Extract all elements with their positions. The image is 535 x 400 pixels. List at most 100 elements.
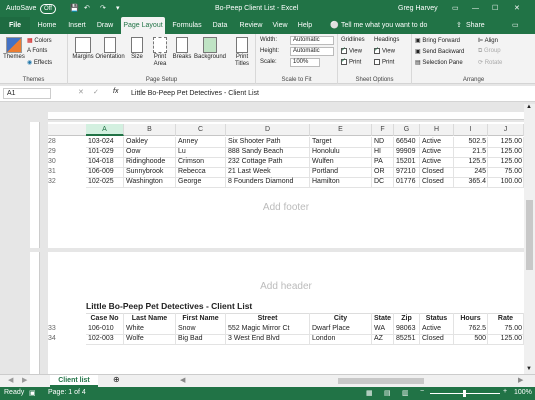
close-icon[interactable]: ✕ bbox=[514, 0, 520, 17]
vertical-scrollbar[interactable]: ▲ ▼ bbox=[524, 104, 535, 374]
formula-input[interactable]: Little Bo-Peep Pet Detectives - Client L… bbox=[131, 88, 259, 99]
column-header-f[interactable]: F bbox=[372, 124, 394, 136]
print-titles-button[interactable]: Print Titles bbox=[230, 37, 254, 68]
tab-formulas[interactable]: Formulas bbox=[169, 17, 205, 34]
minimize-icon[interactable]: — bbox=[472, 0, 479, 17]
cell[interactable]: DC bbox=[374, 177, 392, 187]
horizontal-scroll-thumb[interactable] bbox=[338, 378, 424, 384]
headings-view-checkbox[interactable]: View bbox=[374, 46, 395, 55]
headings-print-checkbox[interactable]: Print bbox=[374, 59, 394, 66]
hscroll-left-icon[interactable]: ◀ bbox=[180, 376, 185, 384]
row-number[interactable]: 32 bbox=[48, 177, 58, 187]
row-number[interactable]: 31 bbox=[48, 167, 58, 177]
row-number[interactable]: 29 bbox=[48, 147, 58, 157]
cell[interactable]: Oakley bbox=[126, 137, 174, 147]
tab-draw[interactable]: Draw bbox=[93, 17, 117, 34]
cell[interactable]: 101-029 bbox=[88, 147, 122, 157]
maximize-icon[interactable]: ☐ bbox=[492, 0, 498, 17]
size-button[interactable]: Size bbox=[128, 37, 146, 61]
column-header-c[interactable]: C bbox=[176, 124, 226, 136]
comments-icon[interactable]: ▭ bbox=[512, 17, 519, 34]
fonts-button[interactable]: A Fonts bbox=[27, 48, 47, 54]
cell[interactable]: 3 West End Blvd bbox=[228, 334, 308, 344]
cell[interactable]: Closed bbox=[422, 177, 452, 187]
cell[interactable]: WA bbox=[374, 324, 392, 334]
column-header-a[interactable]: A bbox=[86, 124, 124, 136]
cell[interactable]: Closed bbox=[422, 334, 452, 344]
cell[interactable]: 98063 bbox=[396, 324, 418, 334]
ribbon-options-icon[interactable]: ▭ bbox=[452, 0, 459, 17]
column-header-g[interactable]: G bbox=[394, 124, 420, 136]
rotate-button[interactable]: ⟳ Rotate bbox=[478, 59, 502, 66]
cell[interactable]: 502.5 bbox=[456, 137, 486, 147]
cell[interactable]: Washington bbox=[126, 177, 174, 187]
cell[interactable]: HI bbox=[374, 147, 392, 157]
cell[interactable]: Target bbox=[312, 137, 370, 147]
cell[interactable]: Wolfe bbox=[126, 334, 174, 344]
cell[interactable]: Active bbox=[422, 157, 452, 167]
cell[interactable]: 8 Founders Diamond bbox=[228, 177, 308, 187]
orientation-button[interactable]: Orientation bbox=[94, 37, 126, 61]
cell[interactable]: PA bbox=[374, 157, 392, 167]
share-button[interactable]: Share bbox=[466, 17, 485, 34]
cell[interactable]: 125.00 bbox=[490, 334, 522, 344]
name-box[interactable]: A1 bbox=[3, 88, 51, 99]
row-number[interactable]: 30 bbox=[48, 157, 58, 167]
cell[interactable]: 125.00 bbox=[490, 157, 522, 167]
cell[interactable]: 102-003 bbox=[88, 334, 122, 344]
customize-icon[interactable]: ▾ bbox=[116, 0, 120, 17]
cell[interactable]: Active bbox=[422, 147, 452, 157]
autosave-toggle[interactable]: Off bbox=[40, 4, 56, 14]
cell[interactable]: 15201 bbox=[396, 157, 418, 167]
cell[interactable]: 125.5 bbox=[456, 157, 486, 167]
zoom-in-icon[interactable]: + bbox=[503, 388, 507, 395]
tab-insert[interactable]: Insert bbox=[63, 17, 91, 34]
cell[interactable]: Active bbox=[422, 324, 452, 334]
cell[interactable]: Rebecca bbox=[178, 167, 224, 177]
add-footer[interactable]: Add footer bbox=[48, 202, 524, 213]
cell[interactable]: Hamilton bbox=[312, 177, 370, 187]
cell[interactable]: Lu bbox=[178, 147, 224, 157]
add-header[interactable]: Add header bbox=[48, 281, 524, 292]
row-number[interactable]: 33 bbox=[48, 324, 58, 334]
cell[interactable]: Sunnybrook bbox=[126, 167, 174, 177]
breaks-button[interactable]: Breaks bbox=[172, 37, 192, 61]
effects-button[interactable]: ◉ Effects bbox=[27, 59, 52, 66]
align-button[interactable]: ⊫ Align bbox=[478, 37, 498, 44]
undo-icon[interactable]: ↶ bbox=[84, 0, 90, 17]
hscroll-right-icon[interactable]: ▶ bbox=[518, 376, 523, 384]
cell[interactable]: 103-024 bbox=[88, 137, 122, 147]
themes-button[interactable]: Themes bbox=[2, 37, 26, 61]
cell[interactable]: 104-018 bbox=[88, 157, 122, 167]
cell[interactable]: AZ bbox=[374, 334, 392, 344]
cell[interactable]: Big Bad bbox=[178, 334, 224, 344]
cell[interactable]: Crimson bbox=[178, 157, 224, 167]
cell[interactable]: Dwarf Place bbox=[312, 324, 370, 334]
tab-review[interactable]: Review bbox=[236, 17, 266, 34]
page-layout-view-icon[interactable]: ▤ bbox=[384, 389, 391, 397]
column-header-e[interactable]: E bbox=[310, 124, 372, 136]
scale-input[interactable]: 100% bbox=[290, 58, 320, 67]
cell[interactable]: 99909 bbox=[396, 147, 418, 157]
cell[interactable]: 97210 bbox=[396, 167, 418, 177]
cell[interactable]: 762.5 bbox=[456, 324, 486, 334]
scroll-tabs-right-icon[interactable]: ▶ bbox=[22, 376, 27, 384]
cell[interactable]: 500 bbox=[456, 334, 486, 344]
page-break-view-icon[interactable]: ▥ bbox=[402, 389, 409, 397]
zoom-out-icon[interactable]: − bbox=[420, 388, 424, 395]
print-area-button[interactable]: Print Area bbox=[148, 37, 172, 68]
cell[interactable]: 85251 bbox=[396, 334, 418, 344]
row-number[interactable]: 28 bbox=[48, 137, 58, 147]
margins-button[interactable]: Margins bbox=[72, 37, 94, 61]
cell[interactable]: 365.4 bbox=[456, 177, 486, 187]
normal-view-icon[interactable]: ▦ bbox=[366, 389, 373, 397]
background-button[interactable]: Background bbox=[192, 37, 228, 61]
cell[interactable]: Closed bbox=[422, 167, 452, 177]
scroll-down-icon[interactable]: ▼ bbox=[526, 366, 532, 372]
cell[interactable]: 125.00 bbox=[490, 147, 522, 157]
vertical-scroll-thumb[interactable] bbox=[526, 200, 533, 270]
cell[interactable]: 21.5 bbox=[456, 147, 486, 157]
cell[interactable]: Six Shooter Path bbox=[228, 137, 308, 147]
cell[interactable]: Ridinghoode bbox=[126, 157, 174, 167]
cell[interactable]: 106-009 bbox=[88, 167, 122, 177]
